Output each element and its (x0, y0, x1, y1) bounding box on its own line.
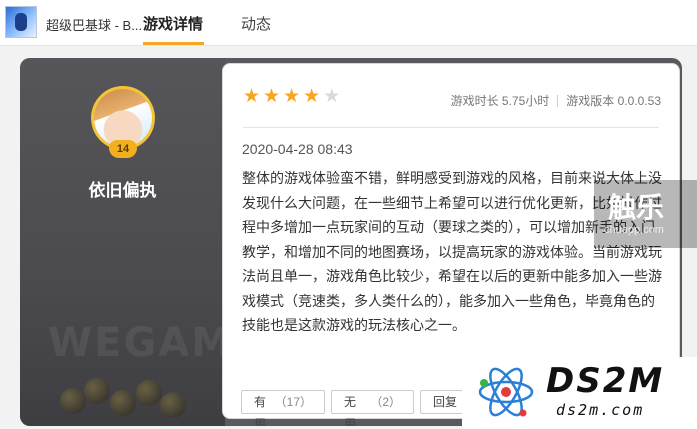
chuapp-watermark: 触乐 chuapp.com (594, 180, 697, 248)
ds2m-watermark: DS2M ds2m.com (462, 357, 697, 429)
reviewer-name[interactable]: 依旧偏执 (20, 176, 225, 201)
review-meta: 游戏时长 5.75小时 游戏版本 0.0.0.53 (451, 92, 661, 109)
reviewer-panel: WEGAME 14 依旧偏执 (20, 58, 260, 426)
active-tab-indicator (143, 42, 204, 45)
useful-button[interactable]: 有用 （17） (241, 390, 325, 426)
ds2m-brand: DS2M (546, 361, 665, 401)
top-nav: 超级巴基球 - B... 游戏详情 动态 (0, 0, 697, 46)
meta-divider (557, 94, 559, 107)
star-icon: ★ (303, 86, 321, 107)
star-icon: ★ (243, 86, 261, 107)
decorative-balls (60, 374, 190, 426)
star-icon: ★ (263, 86, 281, 107)
tab-activity[interactable]: 动态 (241, 13, 271, 34)
review-date: 2020-04-28 08:43 (242, 141, 353, 157)
chuapp-logo: 触乐 (608, 192, 665, 223)
avatar-image (94, 89, 152, 147)
tab-game-details[interactable]: 游戏详情 (143, 13, 203, 34)
useful-count: （17） (274, 395, 312, 409)
divider (243, 127, 659, 128)
useful-label: 有用 (254, 395, 267, 426)
ds2m-site: ds2m.com (556, 401, 645, 419)
game-version: 游戏版本 0.0.0.53 (566, 94, 661, 108)
useless-button[interactable]: 无用 （2） (331, 390, 414, 426)
game-title[interactable]: 超级巴基球 - B... (46, 15, 142, 34)
atom-logo-icon (478, 367, 534, 417)
star-empty-icon: ★ (323, 86, 341, 107)
review-actions: 有用 （17） 无用 （2） 回复 (241, 390, 490, 426)
review-page: 超级巴基球 - B... 游戏详情 动态 WEGAME 14 依旧偏执 ★ ★ … (0, 0, 697, 429)
chuapp-url: chuapp.com (604, 224, 664, 236)
star-icon: ★ (283, 86, 301, 107)
useless-label: 无用 (344, 395, 357, 426)
reply-label: 回复 (433, 395, 458, 409)
level-badge: 14 (109, 140, 137, 158)
game-thumbnail[interactable] (5, 6, 37, 38)
playtime: 游戏时长 5.75小时 (450, 94, 550, 108)
useless-count: （2） (370, 395, 401, 409)
rating-stars: ★ ★ ★ ★ ★ (243, 87, 340, 106)
